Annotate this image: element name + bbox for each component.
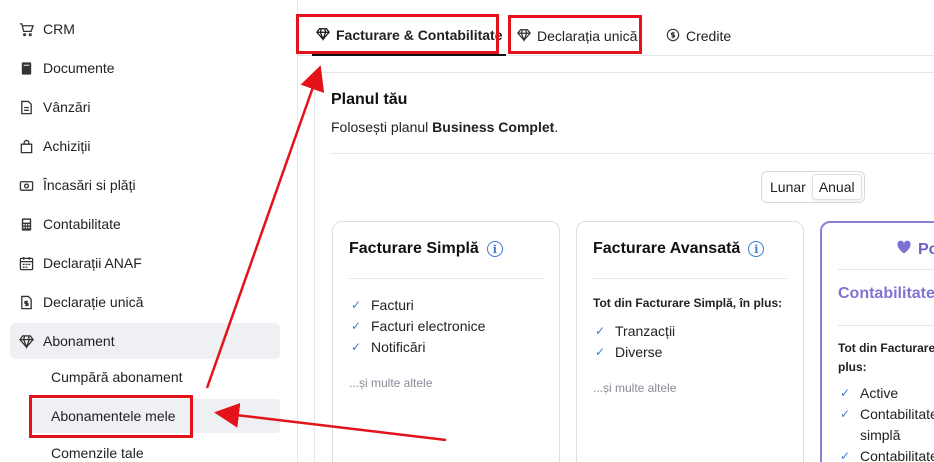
sidebar-item-label: Declarație unică [43, 294, 144, 310]
card-title: Facturare Simplă i [349, 240, 503, 258]
card-title: Facturare Avansată i [593, 240, 765, 258]
file-dollar-icon [18, 294, 34, 310]
plan-card-contabilitate: Po Contabilitate Tot din Facturare A plu… [820, 221, 934, 462]
feature-item: ✓ Contabilitate [840, 448, 934, 462]
annotation-box-tab-declaratia [508, 15, 642, 54]
feature-item: ✓ Active [840, 385, 899, 401]
feature-item-continued: simplă [860, 427, 901, 443]
plan-description: Folosești planul Business Complet. [331, 119, 559, 135]
toggle-yearly[interactable]: Anual [811, 174, 862, 200]
check-icon: ✓ [840, 407, 851, 421]
plan-includes-note: Tot din Facturare Simplă, în plus: [593, 296, 783, 310]
info-icon[interactable]: i [748, 241, 765, 257]
info-icon[interactable]: i [486, 241, 503, 257]
sidebar-item-label: Contabilitate [43, 216, 121, 232]
sidebar-item-label: Abonament [43, 333, 115, 349]
toggle-monthly[interactable]: Lunar [764, 175, 812, 199]
check-icon: ✓ [595, 324, 606, 338]
main-panel: Planul tău Folosești planul Business Com… [314, 72, 934, 462]
sidebar-item-label: Încasări si plăți [43, 177, 136, 193]
recommended-header: Po [896, 239, 934, 260]
calendar-icon [18, 255, 34, 271]
sidebar: CRM Documente Vânzări Achiziții Încasări… [0, 0, 298, 462]
billing-period-toggle: Lunar Anual [761, 171, 865, 203]
sidebar-item-label: Declarații ANAF [43, 255, 142, 271]
plan-card-facturare-simpla: Facturare Simplă i ✓ Facturi ✓ Facturi ele… [332, 221, 560, 462]
sidebar-item-label: CRM [43, 21, 75, 37]
sidebar-item-abonament[interactable]: Abonament [10, 323, 280, 359]
feature-item: ✓ Facturi electronice [351, 318, 486, 334]
sidebar-item-incasari-plati[interactable]: Încasări si plăți [10, 167, 280, 203]
check-icon: ✓ [840, 386, 851, 400]
cart-icon [18, 21, 34, 37]
plan-includes-note: Tot din Facturare A plus: [838, 341, 934, 374]
annotation-box-tab-facturare [296, 14, 499, 54]
annotation-box-abonamentele-mele [29, 395, 193, 438]
more-features-link[interactable]: ...și multe altele [349, 376, 432, 390]
bag-icon [18, 138, 34, 154]
invoice-icon [18, 99, 34, 115]
cash-icon [18, 177, 34, 193]
calculator-icon [18, 216, 34, 232]
check-icon: ✓ [351, 340, 362, 354]
sidebar-item-label: Vânzări [43, 99, 91, 115]
document-icon [18, 60, 34, 76]
check-icon: ✓ [351, 298, 362, 312]
more-features-link[interactable]: ...și multe altele [593, 381, 676, 395]
sidebar-item-label: Documente [43, 60, 115, 76]
sidebar-item-documente[interactable]: Documente [10, 50, 280, 86]
divider [593, 278, 787, 279]
feature-item: ✓ Notificări [351, 339, 426, 355]
sidebar-item-contabilitate[interactable]: Contabilitate [10, 206, 280, 242]
divider [331, 153, 934, 154]
sidebar-item-crm[interactable]: CRM [10, 11, 280, 47]
sidebar-item-declaratie-unica[interactable]: Declarație unică [10, 284, 280, 320]
sidebar-item-label: Achiziții [43, 138, 91, 154]
feature-item: ✓ Tranzacții [595, 323, 676, 339]
feature-item: ✓ Diverse [595, 344, 663, 360]
sidebar-item-vanzari[interactable]: Vânzări [10, 89, 280, 125]
plan-card-facturare-avansata: Facturare Avansată i Tot din Facturare S… [576, 221, 804, 462]
divider [838, 325, 934, 326]
check-icon: ✓ [595, 345, 606, 359]
sidebar-item-declaratii-anaf[interactable]: Declarații ANAF [10, 245, 280, 281]
plan-name: Business Complet [432, 119, 555, 135]
divider [838, 269, 934, 270]
check-icon: ✓ [351, 319, 362, 333]
sidebar-subitem-cumpara-abonament[interactable]: Cumpără abonament [30, 360, 280, 394]
feature-item: ✓ Facturi [351, 297, 414, 313]
heart-icon [896, 239, 912, 260]
divider [349, 278, 543, 279]
card-title: Contabilitate [838, 285, 934, 302]
check-icon: ✓ [840, 449, 851, 462]
tab-credite[interactable]: Credite [666, 16, 731, 56]
feature-item: ✓ Contabilitate [840, 406, 934, 422]
sidebar-item-achizitii[interactable]: Achiziții [10, 128, 280, 164]
sidebar-subitem-label: Comenzile tale [51, 445, 144, 461]
plan-title: Planul tău [331, 91, 408, 108]
sidebar-subitem-label: Cumpără abonament [51, 369, 183, 385]
sidebar-subitem-comenzile-tale[interactable]: Comenzile tale [30, 436, 280, 462]
tab-label: Credite [686, 28, 732, 44]
coin-icon [666, 28, 680, 45]
diamond-icon [18, 333, 34, 349]
